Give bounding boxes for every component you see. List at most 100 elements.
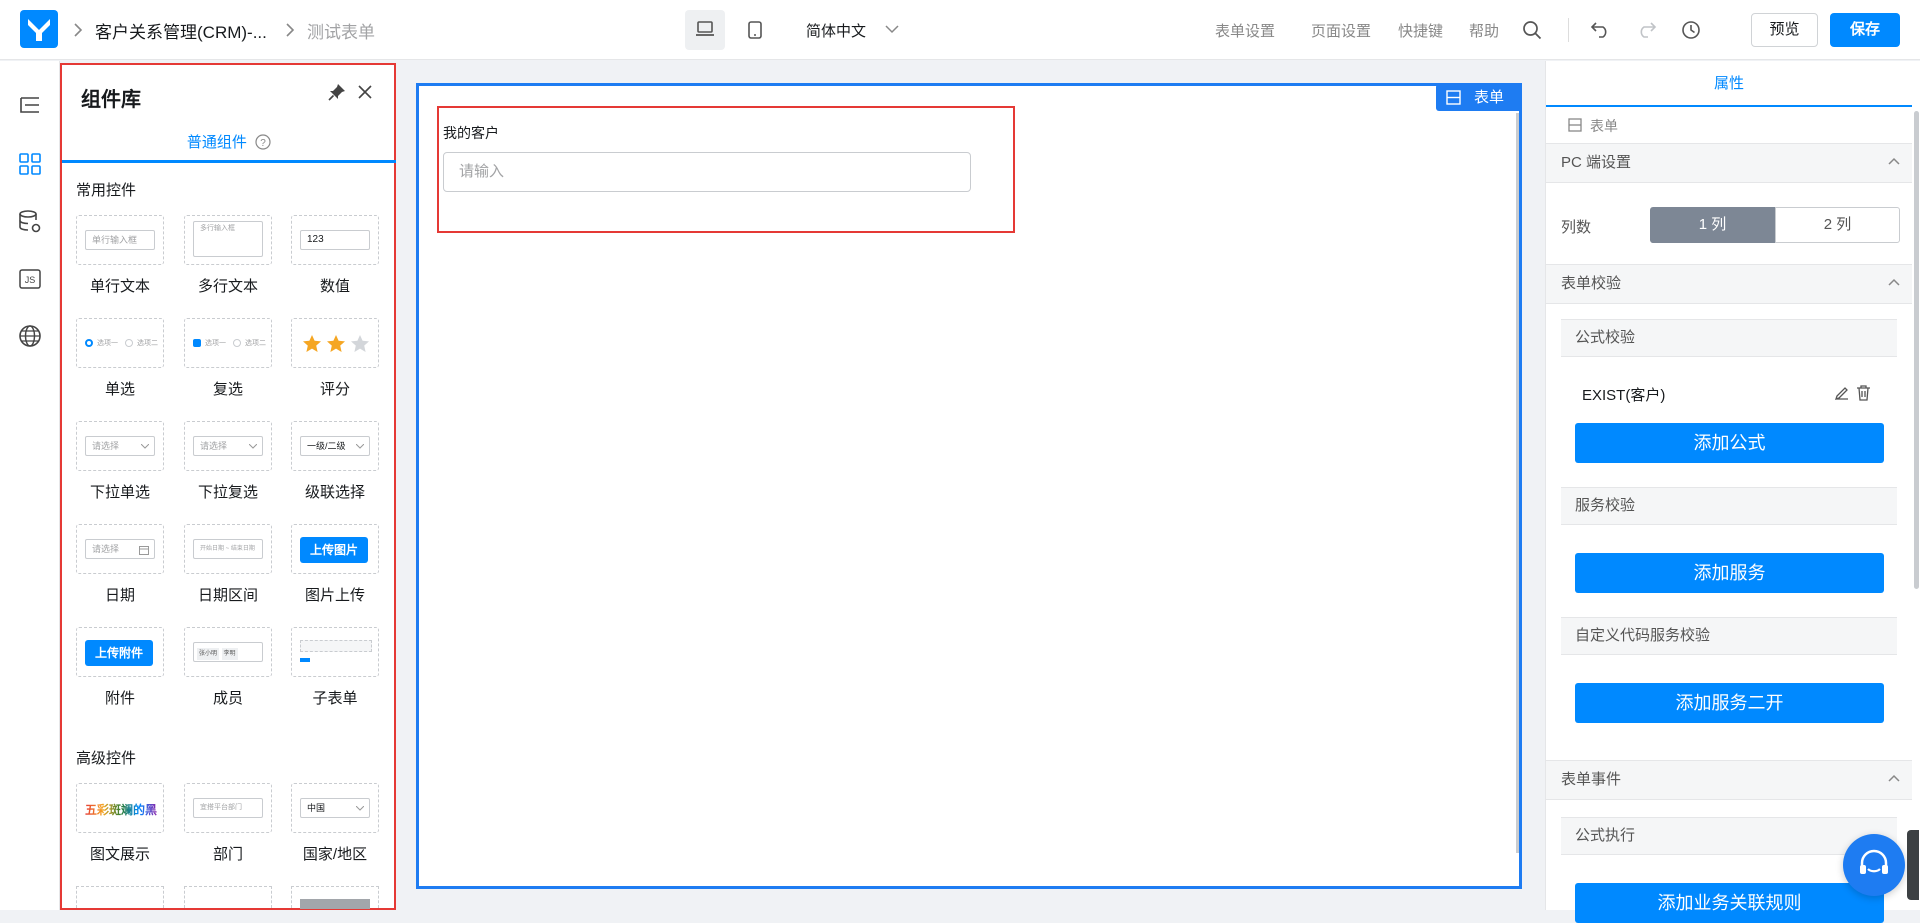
breadcrumb-form[interactable]: 测试表单	[307, 18, 375, 43]
component-partial[interactable]	[291, 886, 379, 909]
thumb-text: 宜搭平台部门	[193, 798, 263, 818]
chevron-down-icon	[141, 444, 149, 449]
page-settings-link[interactable]: 页面设置	[1311, 20, 1371, 41]
component-thumb: 开始日期 ~ 结束日期	[184, 524, 272, 574]
component-attachment[interactable]: 上传附件 附件	[76, 627, 164, 713]
component-label: 子表单	[312, 690, 358, 707]
columns-2-option[interactable]: 2 列	[1775, 207, 1900, 243]
component-multi-line[interactable]: 多行输入框 多行文本	[184, 215, 272, 301]
thumb-tag: 李明	[221, 648, 238, 660]
chevron-up-icon[interactable]	[1888, 278, 1900, 286]
add-rule-button[interactable]: 添加业务关联规则	[1575, 883, 1884, 923]
component-thumb: 上传附件	[76, 627, 164, 677]
shortcuts-link[interactable]: 快捷键	[1398, 20, 1443, 41]
desktop-view-button[interactable]	[685, 10, 725, 50]
chevron-down-icon[interactable]	[885, 25, 899, 34]
group-validation[interactable]: 表单校验	[1546, 264, 1912, 304]
component-thumb: 请选择	[184, 421, 272, 471]
chevron-up-icon[interactable]	[1888, 774, 1900, 782]
component-partial[interactable]	[76, 886, 164, 908]
left-nav: JS	[0, 61, 60, 910]
component-radio[interactable]: 选项一 选项二 单选	[76, 318, 164, 404]
side-widget[interactable]	[1907, 830, 1919, 900]
pin-icon[interactable]	[328, 83, 346, 101]
help-circle-icon[interactable]: ?	[255, 134, 271, 150]
outline-tree-icon[interactable]	[17, 93, 43, 119]
js-icon[interactable]: JS	[17, 266, 43, 292]
help-link[interactable]: 帮助	[1469, 20, 1499, 41]
radio-dot-icon	[85, 339, 93, 347]
component-label: 下拉单选	[89, 484, 150, 501]
history-icon[interactable]	[1681, 20, 1701, 40]
edit-icon[interactable]	[1834, 385, 1850, 401]
component-label: 图文展示	[89, 846, 150, 863]
canvas-scrollbar[interactable]	[1516, 113, 1519, 853]
thumb-upload-button: 上传图片	[300, 537, 368, 563]
component-department[interactable]: 宜搭平台部门 部门	[184, 783, 272, 869]
component-member[interactable]: 张小明 李明 成员	[184, 627, 272, 713]
add-service-button[interactable]: 添加服务	[1575, 553, 1884, 593]
customer-field[interactable]: 我的客户 请输入	[437, 106, 1015, 233]
add-service-dev-button[interactable]: 添加服务二开	[1575, 683, 1884, 723]
formula-item: EXIST(客户)	[1582, 387, 1666, 404]
component-rich-text[interactable]: 五彩斑斓的黑 图文展示	[76, 783, 164, 869]
form-settings-link[interactable]: 表单设置	[1215, 20, 1275, 41]
save-button[interactable]: 保存	[1830, 13, 1900, 47]
mobile-view-button[interactable]	[735, 10, 775, 50]
component-date[interactable]: 请选择 日期	[76, 524, 164, 610]
redo-icon[interactable]	[1635, 21, 1657, 39]
group-pc-settings[interactable]: PC 端设置	[1546, 143, 1912, 183]
basic-section-title: 常用控件	[76, 182, 137, 199]
language-select[interactable]: 简体中文	[806, 20, 866, 41]
form-canvas[interactable]: 表单 我的客户 请输入	[416, 83, 1522, 889]
component-thumb: 一级/二级	[291, 421, 379, 471]
component-label: 评分	[319, 381, 350, 398]
component-checkbox[interactable]: 选项一 选项二 复选	[184, 318, 272, 404]
component-cascade[interactable]: 一级/二级 级联选择	[291, 421, 379, 507]
component-number[interactable]: 123 数值	[291, 215, 379, 301]
undo-icon[interactable]	[1590, 21, 1612, 39]
delete-icon[interactable]	[1856, 385, 1871, 401]
customer-input[interactable]: 请输入	[443, 152, 971, 192]
component-thumb: 123	[291, 215, 379, 265]
component-label: 下拉复选	[197, 484, 258, 501]
columns-1-option[interactable]: 1 列	[1650, 207, 1775, 243]
component-rating[interactable]: 评分	[291, 318, 379, 404]
globe-icon[interactable]	[17, 323, 43, 349]
close-icon[interactable]	[357, 84, 373, 100]
group-events[interactable]: 表单事件	[1546, 760, 1912, 800]
component-subform[interactable]: 子表单	[291, 627, 379, 713]
component-thumb: 上传图片	[291, 524, 379, 574]
component-date-range[interactable]: 开始日期 ~ 结束日期 日期区间	[184, 524, 272, 610]
app-logo[interactable]	[20, 10, 58, 48]
preview-button[interactable]: 预览	[1751, 13, 1818, 47]
component-multi-select[interactable]: 请选择 下拉复选	[184, 421, 272, 507]
tab-common-components[interactable]: 普通组件 ?	[62, 131, 396, 161]
tab-properties[interactable]: 属性	[1546, 61, 1912, 107]
component-partial[interactable]	[184, 886, 272, 908]
add-formula-button[interactable]: 添加公式	[1575, 423, 1884, 463]
component-thumb: 选项一 选项二	[184, 318, 272, 368]
component-library-panel: 组件库 普通组件 ? 常用控件 单行输入框 单行文本 多行输入框 多行文本 12…	[60, 63, 396, 910]
component-label: 成员	[212, 690, 243, 707]
component-single-line[interactable]: 单行输入框 单行文本	[76, 215, 164, 301]
chevron-right-icon	[74, 23, 83, 37]
thumb-text: 五彩斑斓的黑	[85, 803, 158, 817]
data-source-icon[interactable]	[17, 209, 43, 235]
calendar-icon	[139, 546, 149, 555]
form-badge[interactable]: 表单	[1436, 84, 1522, 111]
component-country[interactable]: 中国 国家/地区	[291, 783, 379, 869]
chevron-up-icon[interactable]	[1888, 157, 1900, 165]
components-grid-icon[interactable]	[17, 151, 43, 177]
support-chat-button[interactable]	[1843, 834, 1905, 896]
field-label: 我的客户	[443, 125, 499, 141]
thumb-text: 选项一	[97, 340, 118, 347]
component-image-upload[interactable]: 上传图片 图片上传	[291, 524, 379, 610]
component-thumb: 张小明 李明	[184, 627, 272, 677]
search-icon[interactable]	[1522, 20, 1542, 40]
breadcrumb-app[interactable]: 客户关系管理(CRM)-...	[95, 18, 267, 43]
component-label: 复选	[212, 381, 243, 398]
advanced-section-title: 高级控件	[76, 750, 137, 767]
component-select[interactable]: 请选择 下拉单选	[76, 421, 164, 507]
props-scrollbar[interactable]	[1914, 111, 1919, 589]
